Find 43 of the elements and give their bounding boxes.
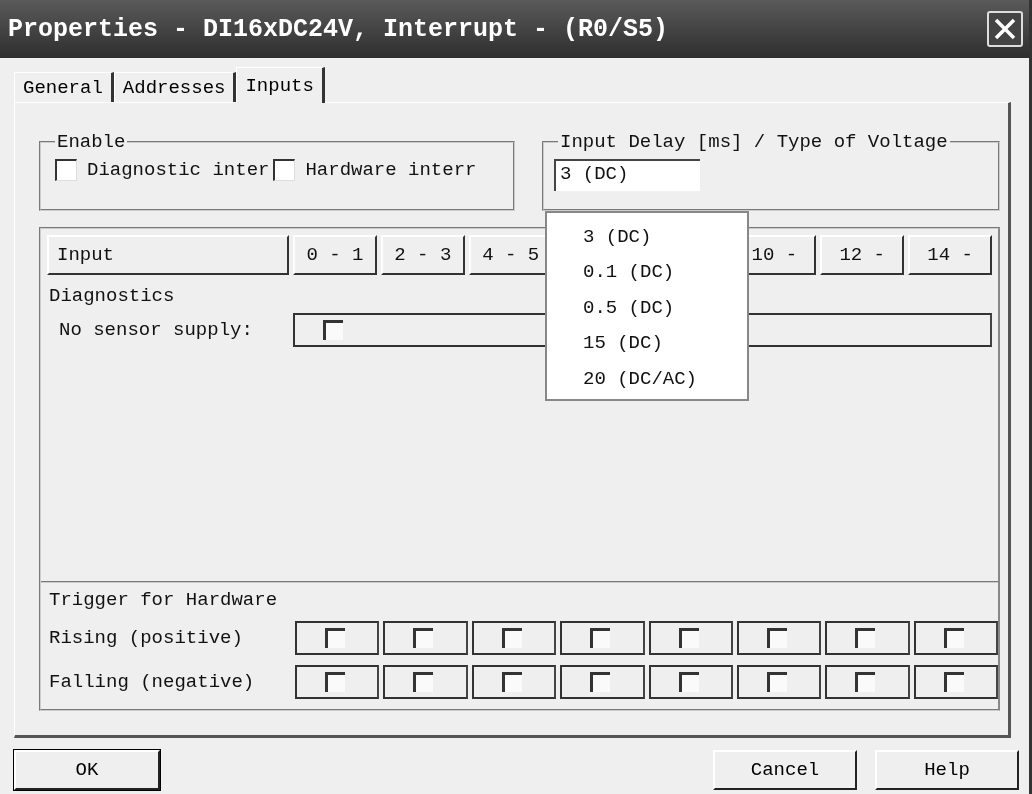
checkbox[interactable] [273, 159, 296, 181]
column-header[interactable]: 0 - 1 [293, 235, 377, 275]
checkbox[interactable] [678, 672, 699, 692]
checkbox[interactable] [325, 628, 345, 648]
group-title: Input Delay [ms] / Type of Voltage [559, 131, 949, 153]
row-label: Rising (positive) [49, 627, 244, 649]
checkbox[interactable] [943, 672, 964, 692]
checkbox[interactable] [413, 672, 434, 692]
column-header[interactable]: 12 - [820, 235, 905, 275]
section-title: Trigger for Hardware [49, 589, 278, 611]
tab[interactable]: Inputs [236, 67, 325, 103]
checkbox[interactable] [501, 628, 522, 648]
dialog-button[interactable]: Help [875, 750, 1019, 790]
checkbox[interactable] [55, 159, 77, 181]
column-header: Input [47, 235, 289, 275]
checkbox[interactable] [943, 628, 964, 648]
dialog-button[interactable]: Cancel [713, 750, 857, 790]
column-header[interactable]: 2 - 3 [380, 235, 465, 275]
checkbox[interactable] [413, 628, 434, 648]
tab[interactable]: General [14, 72, 114, 102]
checkbox[interactable] [590, 672, 611, 692]
checkbox-label: Diagnostic inter [87, 159, 270, 181]
checkbox[interactable] [766, 628, 787, 648]
checkbox[interactable] [323, 320, 343, 340]
checkbox[interactable] [325, 672, 345, 692]
close-icon [993, 17, 1017, 41]
checkbox[interactable] [501, 672, 522, 692]
delay-dropdown[interactable]: 3 (DC) [554, 159, 700, 191]
checkbox[interactable] [855, 628, 876, 648]
ok-button[interactable]: OK [14, 750, 160, 790]
column-header[interactable]: 14 - [908, 235, 992, 275]
row-label: Falling (negative) [49, 671, 256, 693]
tab[interactable]: Addresses [113, 72, 237, 102]
row-label: No sensor supply: [58, 319, 254, 341]
section-title: Diagnostics [48, 284, 175, 309]
checkbox[interactable] [678, 628, 699, 648]
checkbox[interactable] [590, 628, 611, 648]
checkbox[interactable] [855, 672, 876, 692]
window-title: Properties - DI16xDC24V, Interrupt - (R0/S5) [8, 14, 669, 44]
checkbox[interactable] [766, 672, 787, 692]
close-button[interactable] [987, 11, 1023, 47]
checkbox-label: Hardware interr [305, 159, 477, 181]
group-title: Enable [56, 131, 127, 153]
